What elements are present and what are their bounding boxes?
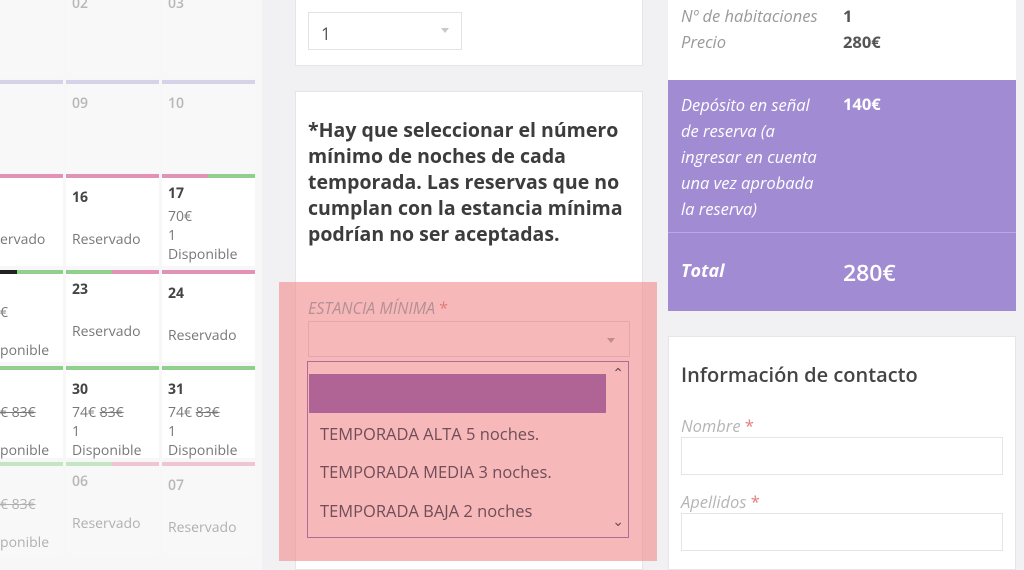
calendar-cell[interactable]: 23 Reservado: [66, 270, 159, 362]
day-number: 03: [168, 0, 185, 13]
day-status: ervado: [0, 230, 46, 249]
day-status: ponible: [0, 533, 50, 552]
calendar-cell[interactable]: 31 74€ 83€ 1 Disponible: [162, 366, 255, 460]
calendar-cell[interactable]: 30 74€ 83€ 1 Disponible: [66, 366, 159, 460]
day-number: 10: [168, 94, 185, 113]
day-price: € 83€: [0, 403, 36, 422]
rooms-value: 1: [843, 4, 853, 27]
surname-input[interactable]: [681, 513, 1003, 551]
minimum-stay-notice: *Hay que seleccionar el número mínimo de…: [308, 116, 623, 247]
day-availability-count: 1: [168, 226, 177, 245]
total-label: Total: [681, 259, 725, 283]
deposit-value: 140€: [843, 92, 881, 115]
day-price: 70€: [168, 207, 193, 226]
chevron-down-icon: [441, 28, 449, 33]
rooms-select-value: 1: [321, 22, 331, 45]
day-status: Reservado: [168, 518, 237, 537]
option-empty-selected[interactable]: [309, 374, 606, 413]
day-status: ponible: [0, 441, 50, 460]
price-label: Precio: [681, 30, 727, 53]
deposit-row: Depósito en señal de reserva (a ingresar…: [668, 80, 1016, 232]
minimum-stay-select[interactable]: [308, 321, 630, 357]
day-status: Disponible: [72, 441, 142, 460]
day-number: 06: [72, 472, 89, 491]
rooms-label: Nº de habitaciones: [681, 4, 818, 27]
calendar-cell[interactable]: 10: [162, 80, 255, 172]
day-number: 23: [72, 280, 89, 299]
calendar-cell[interactable]: € 83€ ponible: [0, 366, 63, 460]
price-value: 280€: [843, 30, 881, 53]
option-temporada-baja[interactable]: TEMPORADA BAJA 2 noches: [320, 499, 532, 522]
calendar-cell: [0, 0, 63, 78]
calendar-cell[interactable]: 02: [66, 0, 159, 78]
day-number: 16: [72, 188, 89, 207]
scroll-down-icon[interactable]: ⌄: [612, 512, 624, 531]
day-price: €: [0, 303, 9, 322]
minimum-stay-options-list[interactable]: TEMPORADA ALTA 5 noches. TEMPORADA MEDIA…: [307, 361, 629, 538]
day-number: 02: [72, 0, 89, 13]
rooms-select[interactable]: 1: [308, 12, 462, 50]
calendar-cell[interactable]: 17 70€ 1 Disponible: [162, 174, 255, 266]
contact-title: Información de contacto: [681, 361, 918, 388]
total-value: 280€: [843, 256, 896, 288]
day-price: € 83€: [0, 495, 36, 514]
option-temporada-media[interactable]: TEMPORADA MEDIA 3 noches.: [320, 460, 552, 483]
name-input[interactable]: [681, 437, 1003, 475]
day-number: 24: [168, 284, 185, 303]
calendar-cell[interactable]: 24 Reservado: [162, 270, 255, 362]
day-status: Disponible: [168, 441, 238, 460]
deposit-label: Depósito en señal de reserva (a ingresar…: [681, 93, 817, 220]
calendar-cell[interactable]: 09: [66, 80, 159, 172]
name-label: Nombre *: [681, 414, 754, 437]
option-temporada-alta[interactable]: TEMPORADA ALTA 5 noches.: [320, 422, 539, 445]
day-availability-count: 1: [72, 422, 81, 441]
booking-summary: Nº de habitaciones 1 Precio 280€: [668, 0, 1016, 80]
day-availability-count: 1: [168, 422, 177, 441]
surname-label: Apellidos *: [681, 490, 760, 513]
day-number: 09: [72, 94, 89, 113]
calendar-cell: 06 Reservado: [66, 462, 159, 558]
day-price: 74€ 83€: [72, 403, 124, 422]
day-price: 74€ 83€: [168, 403, 220, 422]
calendar-cell[interactable]: ervado: [0, 174, 63, 266]
calendar-cell[interactable]: 03: [162, 0, 255, 78]
day-number: 07: [168, 476, 185, 495]
day-number: 31: [168, 380, 185, 399]
calendar-cell[interactable]: € ponible: [0, 270, 63, 362]
day-status: Reservado: [72, 514, 141, 533]
calendar-cell: [0, 80, 63, 172]
calendar-cell: 07 Reservado: [162, 462, 255, 558]
minimum-stay-label: ESTANCIA MÍNIMA *: [308, 297, 449, 319]
day-number: 17: [168, 184, 185, 203]
availability-calendar: 02 03 09 10 ervado 16 Reservado 17 70€ 1…: [0, 0, 262, 570]
calendar-cell: € 83€ ponible: [0, 462, 63, 558]
total-row: Total 280€: [668, 233, 1016, 311]
scroll-up-icon[interactable]: ⌃: [612, 364, 624, 383]
day-status: Reservado: [168, 326, 237, 345]
chevron-down-icon: [607, 338, 615, 343]
calendar-cell[interactable]: 16 Reservado: [66, 174, 159, 266]
day-status: Reservado: [72, 230, 141, 249]
day-status: ponible: [0, 341, 50, 360]
day-status: Reservado: [72, 322, 141, 341]
contact-form: Información de contacto Nombre * Apellid…: [668, 336, 1016, 570]
day-number: 30: [72, 380, 89, 399]
day-status: Disponible: [168, 245, 238, 264]
